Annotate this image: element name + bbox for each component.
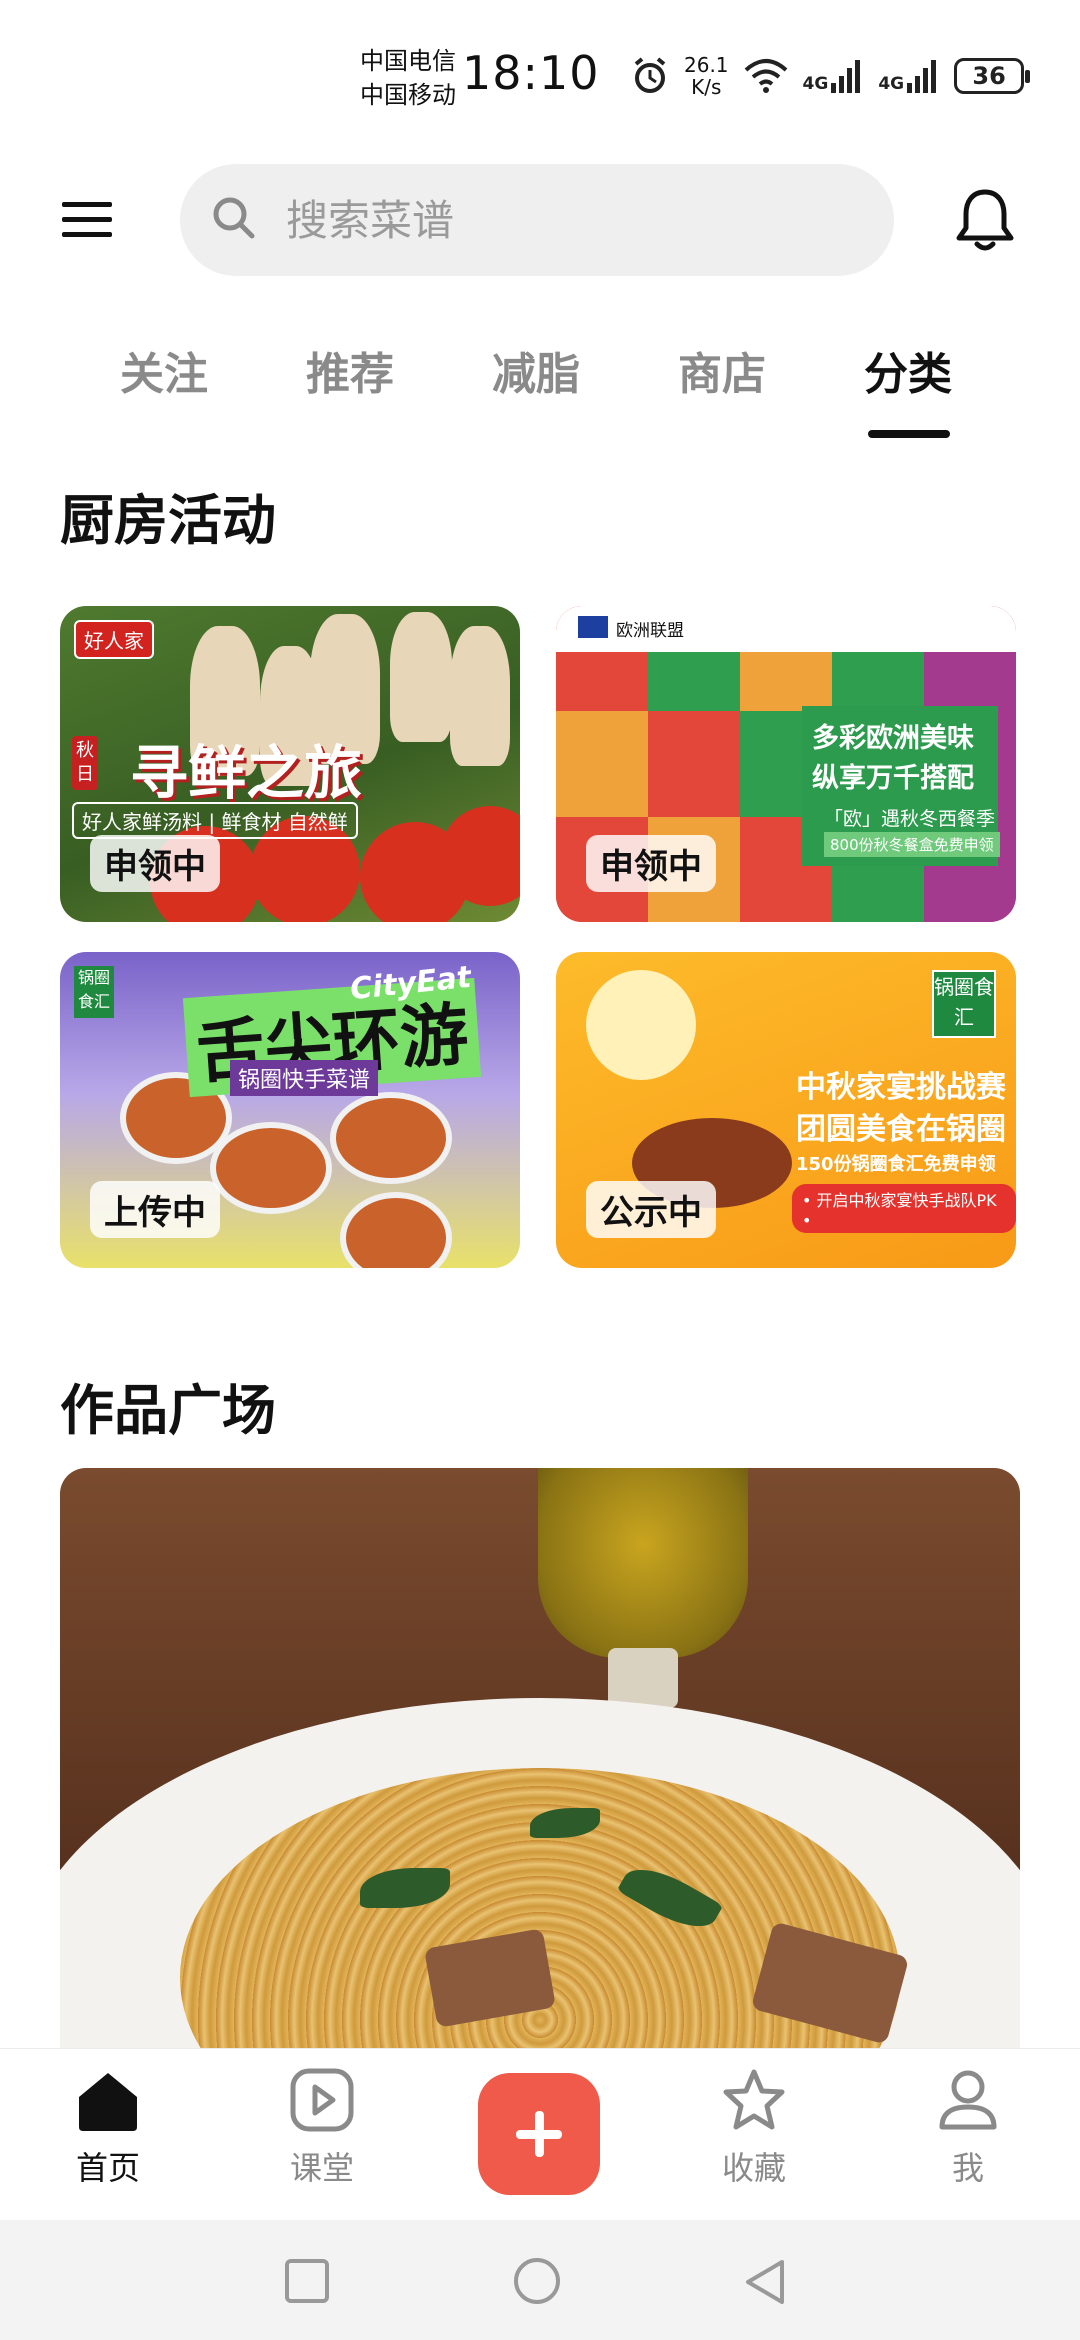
home-circle-icon[interactable] — [512, 2258, 562, 2308]
active-tab-indicator — [868, 430, 950, 438]
menu-icon[interactable] — [62, 200, 112, 240]
category-tabs: 关注 推荐 减脂 商店 分类 — [0, 330, 1080, 450]
tab-follow[interactable]: 关注 — [120, 338, 208, 402]
tab-shop[interactable]: 商店 — [678, 338, 766, 402]
status-bar: 中国电信 中国移动 18:10 26.1 K/s 4G 4G 36 — [0, 0, 1080, 150]
status-badge: 申领中 — [586, 835, 716, 892]
search-icon — [213, 197, 255, 239]
status-badge: 上传中 — [90, 1181, 220, 1238]
card-subline: 锅圈快手菜谱 — [230, 1060, 379, 1096]
nav-me-label: 我 — [951, 2149, 984, 2187]
create-post-button[interactable] — [478, 2073, 600, 2195]
tab-category[interactable]: 分类 — [864, 338, 952, 402]
top-bar — [0, 160, 1080, 280]
card-line-2: 团圆美食在锅圈 — [796, 1112, 1006, 1147]
nav-me[interactable]: 我 — [898, 2067, 1038, 2189]
card-subline: 好人家鲜汤料 | 鲜食材 自然鲜 — [72, 802, 358, 839]
season-tag: 秋日 — [72, 736, 98, 790]
star-icon — [723, 2069, 785, 2130]
card-line-4: • 开启中秋家宴快手战队PK • — [792, 1184, 1016, 1233]
nav-favorites[interactable]: 收藏 — [684, 2067, 824, 2189]
notification-bell-icon[interactable] — [954, 188, 1016, 254]
card-line-3: 「欧」遇秋冬西餐季 — [824, 808, 996, 830]
carrier-1: 中国电信 — [360, 47, 456, 75]
nav-classroom[interactable]: 课堂 — [252, 2067, 392, 2189]
search-input[interactable] — [284, 186, 848, 254]
video-play-icon — [290, 2068, 354, 2132]
card-line-3: 150份锅圈食汇免费申领 — [796, 1154, 996, 1175]
brand-logo: 好人家 — [74, 620, 154, 659]
brand-logo: 锅圈食汇 — [74, 966, 114, 1018]
status-badge: 公示中 — [586, 1181, 716, 1238]
card-line-1: 多彩欧洲美味 — [812, 723, 974, 754]
card-line-2: 纵享万千搭配 — [812, 763, 974, 794]
signal-bars-icon — [831, 60, 861, 93]
signal-2-label: 4G — [878, 74, 905, 94]
system-navigation-bar — [0, 2220, 1080, 2340]
status-badge: 申领中 — [90, 835, 220, 892]
moon-graphic — [586, 970, 696, 1080]
recent-apps-icon[interactable] — [284, 2258, 330, 2304]
net-speed-unit: K/s — [691, 75, 722, 99]
signal-1-label: 4G — [802, 74, 829, 94]
carrier-info: 中国电信 中国移动 — [360, 44, 456, 112]
brand-logo: 欧洲联盟 — [616, 621, 684, 641]
work-photo-noodles[interactable] — [60, 1468, 1020, 2068]
nav-home-label: 首页 — [75, 2149, 140, 2187]
works-square-title: 作品广场 — [60, 1379, 276, 1442]
wifi-icon — [744, 59, 787, 93]
nav-classroom-label: 课堂 — [289, 2149, 354, 2187]
clock: 18:10 — [462, 46, 600, 100]
kitchen-activities-title: 厨房活动 — [60, 489, 276, 552]
carrier-2: 中国移动 — [360, 81, 456, 109]
battery-indicator: 36 — [954, 58, 1031, 94]
home-icon — [79, 2073, 137, 2131]
tab-fat-loss[interactable]: 减脂 — [492, 338, 580, 402]
card-line-4: 800份秋冬餐盒免费申领 — [824, 832, 1000, 857]
net-speed: 26.1 K/s — [684, 54, 729, 98]
tab-recommend[interactable]: 推荐 — [306, 338, 394, 402]
activity-card-haorenjia[interactable]: 好人家 秋日 寻鲜之旅 好人家鲜汤料 | 鲜食材 自然鲜 申领中 — [60, 606, 520, 922]
activity-card-eu[interactable]: 欧洲联盟 多彩欧洲美味 纵享万千搭配 「欧」遇秋冬西餐季 800份秋冬餐盒免费申… — [556, 606, 1016, 922]
bottom-navigation: 首页 课堂 收藏 我 — [0, 2048, 1080, 2221]
signal-bars-icon — [907, 60, 937, 93]
signal-1: 4G — [803, 59, 865, 93]
activity-card-mid-autumn[interactable]: 锅圈食汇 中秋家宴挑战赛 团圆美食在锅圈 150份锅圈食汇免费申领 • 开启中秋… — [556, 952, 1016, 1268]
back-triangle-icon[interactable] — [742, 2258, 788, 2308]
nav-favorites-label: 收藏 — [721, 2149, 786, 2187]
card-line-1: 中秋家宴挑战赛 — [796, 1070, 1006, 1105]
status-icons: 26.1 K/s 4G 4G 36 — [630, 54, 1031, 98]
eu-flag-icon — [578, 616, 608, 638]
activity-card-cityeat[interactable]: 锅圈食汇 舌尖环游 CityEat 锅圈快手菜谱 上传中 — [60, 952, 520, 1268]
net-speed-value: 26.1 — [684, 53, 729, 77]
user-profile-icon — [939, 2070, 997, 2130]
alarm-icon — [634, 57, 666, 93]
search-bar[interactable] — [180, 164, 894, 276]
card-headline: 寻鲜之旅 — [130, 739, 363, 807]
nav-home[interactable]: 首页 — [38, 2067, 178, 2189]
signal-2: 4G — [878, 59, 940, 93]
brand-logo: 锅圈食汇 — [932, 970, 996, 1038]
